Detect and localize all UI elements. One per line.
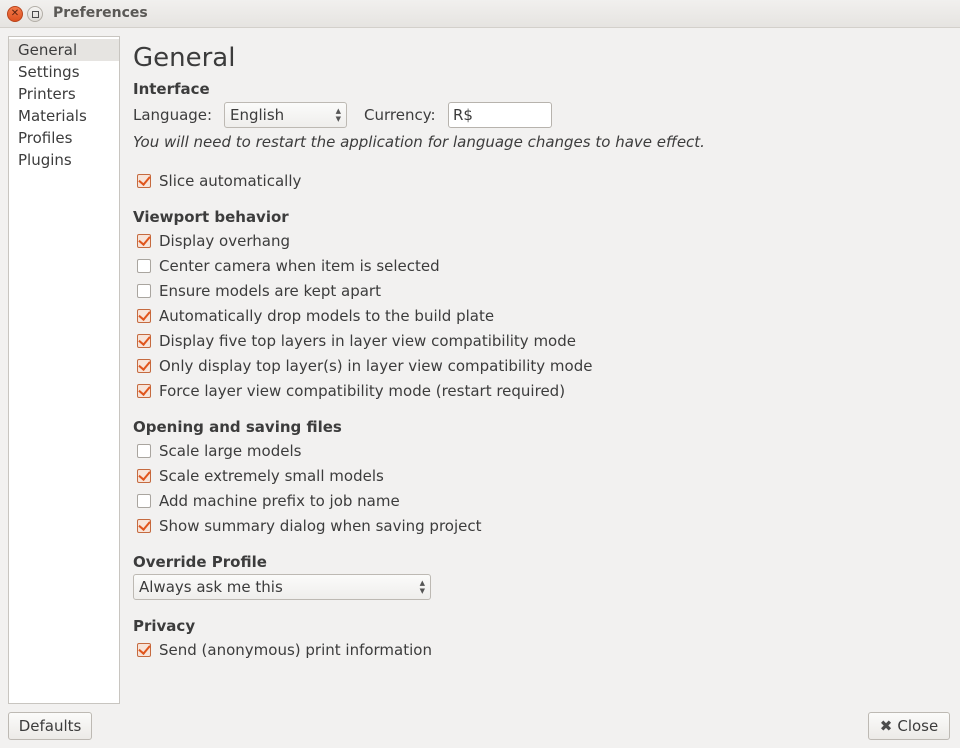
sidebar-item-printers[interactable]: Printers [9,83,119,105]
viewport-option[interactable]: Only display top layer(s) in layer view … [133,353,933,378]
viewport-heading: Viewport behavior [133,208,289,226]
sidebar-item-settings[interactable]: Settings [9,61,119,83]
sidebar-list: General Settings Printers Materials Prof… [9,37,119,171]
scale-small-checkbox[interactable] [137,468,151,483]
viewport-option[interactable]: Display overhang [133,228,933,253]
option-label: Ensure models are kept apart [159,281,381,300]
only-top-layers-checkbox[interactable] [137,358,151,373]
privacy-option[interactable]: Send (anonymous) print information [133,637,933,662]
models-apart-checkbox[interactable] [137,283,151,298]
option-label: Send (anonymous) print information [159,640,432,659]
option-label: Show summary dialog when saving project [159,516,482,535]
summary-dialog-checkbox[interactable] [137,518,151,533]
slice-automatically-option[interactable]: Slice automatically [133,168,933,193]
slice-automatically-label: Slice automatically [159,171,302,190]
send-print-info-checkbox[interactable] [137,642,151,657]
restart-note: You will need to restart the application… [133,133,705,151]
viewport-options: Display overhang Center camera when item… [133,228,933,403]
files-options: Scale large models Scale extremely small… [133,438,933,538]
close-button[interactable]: ✖ Close [868,712,950,740]
force-compat-mode-checkbox[interactable] [137,383,151,398]
viewport-option[interactable]: Display five top layers in layer view co… [133,328,933,353]
files-heading: Opening and saving files [133,418,342,436]
viewport-option[interactable]: Force layer view compatibility mode (res… [133,378,933,403]
close-window-icon[interactable]: ✕ [7,6,23,22]
override-heading: Override Profile [133,553,267,571]
language-row: Language: English ▲ ▼ Currency: R$ [133,100,933,130]
sidebar: General Settings Printers Materials Prof… [8,36,120,704]
currency-input[interactable]: R$ [448,102,552,128]
override-profile-value: Always ask me this [139,578,283,596]
sidebar-item-plugins[interactable]: Plugins [9,149,119,171]
window-title: Preferences [53,5,148,21]
spin-arrows-icon: ▲ ▼ [335,107,341,123]
option-label: Only display top layer(s) in layer view … [159,356,593,375]
option-label: Automatically drop models to the build p… [159,306,495,325]
files-option[interactable]: Add machine prefix to job name [133,488,933,513]
drop-to-plate-checkbox[interactable] [137,308,151,323]
title-bar: ✕ Preferences [0,0,960,28]
option-label: Scale extremely small models [159,466,384,485]
machine-prefix-checkbox[interactable] [137,493,151,508]
page-title: General [133,43,236,73]
option-label: Center camera when item is selected [159,256,440,275]
currency-label: Currency: [364,106,436,124]
override-profile-select[interactable]: Always ask me this ▲ ▼ [133,574,431,600]
slice-automatically-checkbox[interactable] [137,173,151,188]
files-option[interactable]: Scale extremely small models [133,463,933,488]
viewport-option[interactable]: Ensure models are kept apart [133,278,933,303]
language-value: English [230,106,285,124]
option-label: Scale large models [159,441,302,460]
sidebar-item-profiles[interactable]: Profiles [9,127,119,149]
option-label: Display overhang [159,231,290,250]
viewport-option[interactable]: Automatically drop models to the build p… [133,303,933,328]
defaults-label: Defaults [18,717,82,735]
sidebar-item-general[interactable]: General [9,39,119,61]
viewport-option[interactable]: Center camera when item is selected [133,253,933,278]
files-option[interactable]: Show summary dialog when saving project [133,513,933,538]
spin-arrows-icon: ▲ ▼ [419,579,425,595]
close-label: Close [897,717,939,735]
scale-large-checkbox[interactable] [137,443,151,458]
maximize-window-icon[interactable] [27,6,43,22]
sidebar-item-materials[interactable]: Materials [9,105,119,127]
center-camera-checkbox[interactable] [137,258,151,273]
option-label: Add machine prefix to job name [159,491,400,510]
defaults-button[interactable]: Defaults [8,712,92,740]
language-label: Language: [133,106,213,124]
five-top-layers-checkbox[interactable] [137,333,151,348]
privacy-heading: Privacy [133,617,196,635]
close-icon: ✖ [879,717,893,735]
option-label: Force layer view compatibility mode (res… [159,381,566,400]
interface-heading: Interface [133,80,210,98]
files-option[interactable]: Scale large models [133,438,933,463]
display-overhang-checkbox[interactable] [137,233,151,248]
language-select[interactable]: English ▲ ▼ [224,102,347,128]
option-label: Display five top layers in layer view co… [159,331,576,350]
main-panel: General Interface Language: English ▲ ▼ C… [133,40,933,662]
